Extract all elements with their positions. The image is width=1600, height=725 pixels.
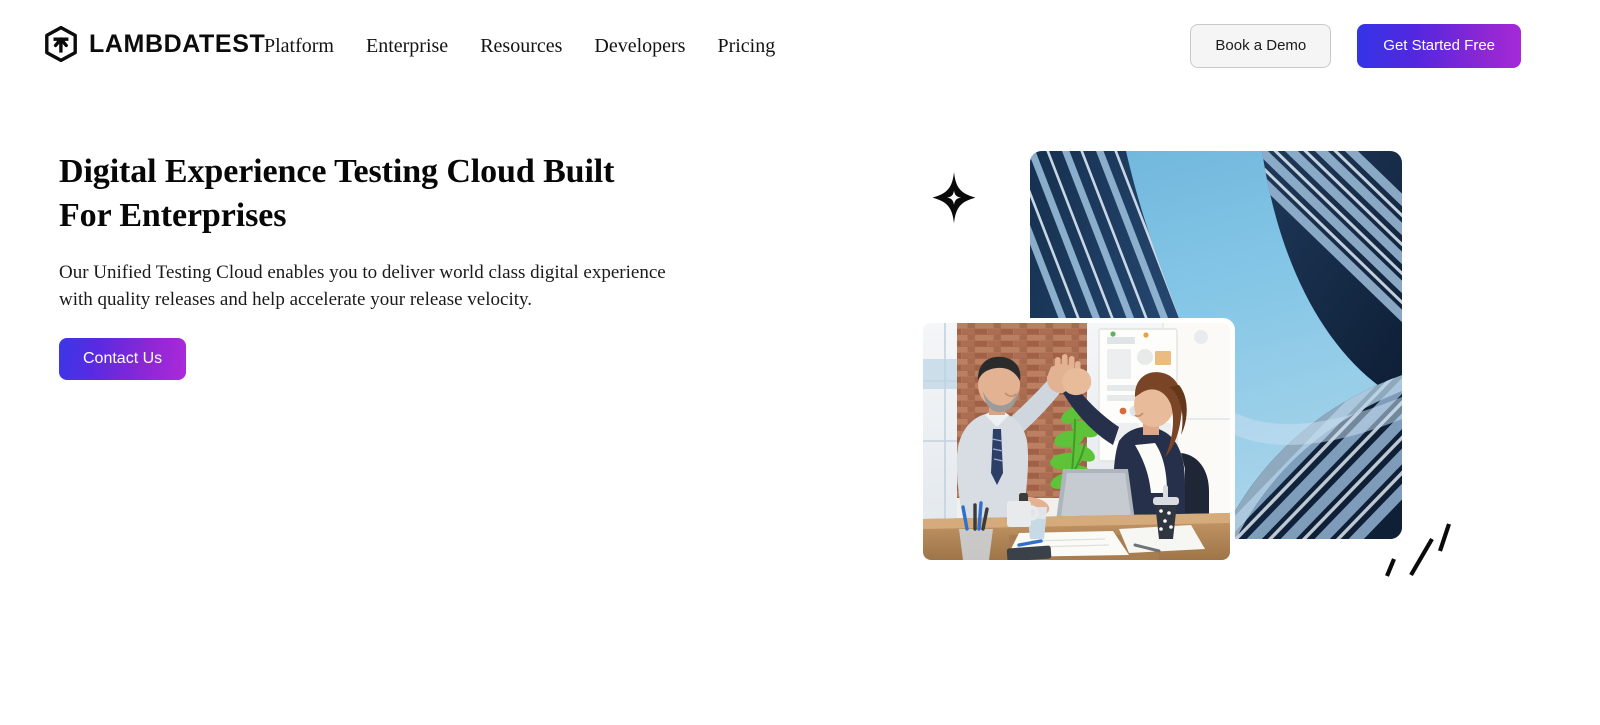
nav-item-resources[interactable]: Resources — [464, 33, 578, 59]
nav-item-pricing[interactable]: Pricing — [701, 33, 791, 59]
brand-wordmark: LAMBDATEST — [89, 29, 266, 58]
contact-us-button[interactable]: Contact Us — [59, 338, 187, 381]
nav-item-enterprise[interactable]: Enterprise — [350, 33, 464, 59]
book-a-demo-button[interactable]: Book a Demo — [1190, 24, 1332, 68]
get-started-free-button[interactable]: Get Started Free — [1357, 24, 1521, 68]
header-actions: Book a Demo Get Started Free — [1190, 24, 1521, 68]
hero-image-collage — [900, 140, 1500, 590]
site-header: LAMBDATEST Platform Enterprise Resources… — [0, 0, 1600, 92]
hero-title: Digital Experience Testing Cloud Built F… — [59, 153, 615, 235]
lambdatest-hexagon-arrow-logo-icon — [44, 25, 78, 63]
diagonal-dashes-icon — [1378, 518, 1458, 580]
hero-subtitle: Our Unified Testing Cloud enables you to… — [59, 262, 666, 311]
nav-item-developers[interactable]: Developers — [578, 33, 701, 59]
nav-item-platform[interactable]: Platform — [264, 33, 350, 59]
brand-logo-link[interactable]: LAMBDATEST — [44, 25, 266, 63]
landing-page: LAMBDATEST Platform Enterprise Resources… — [0, 0, 1600, 725]
hero-copy: Digital Experience Testing Cloud Built F… — [59, 150, 759, 381]
four-point-sparkle-icon — [930, 170, 978, 226]
main-navigation: Platform Enterprise Resources Developers… — [264, 33, 791, 59]
colleagues-high-five-office-photo — [918, 318, 1235, 565]
